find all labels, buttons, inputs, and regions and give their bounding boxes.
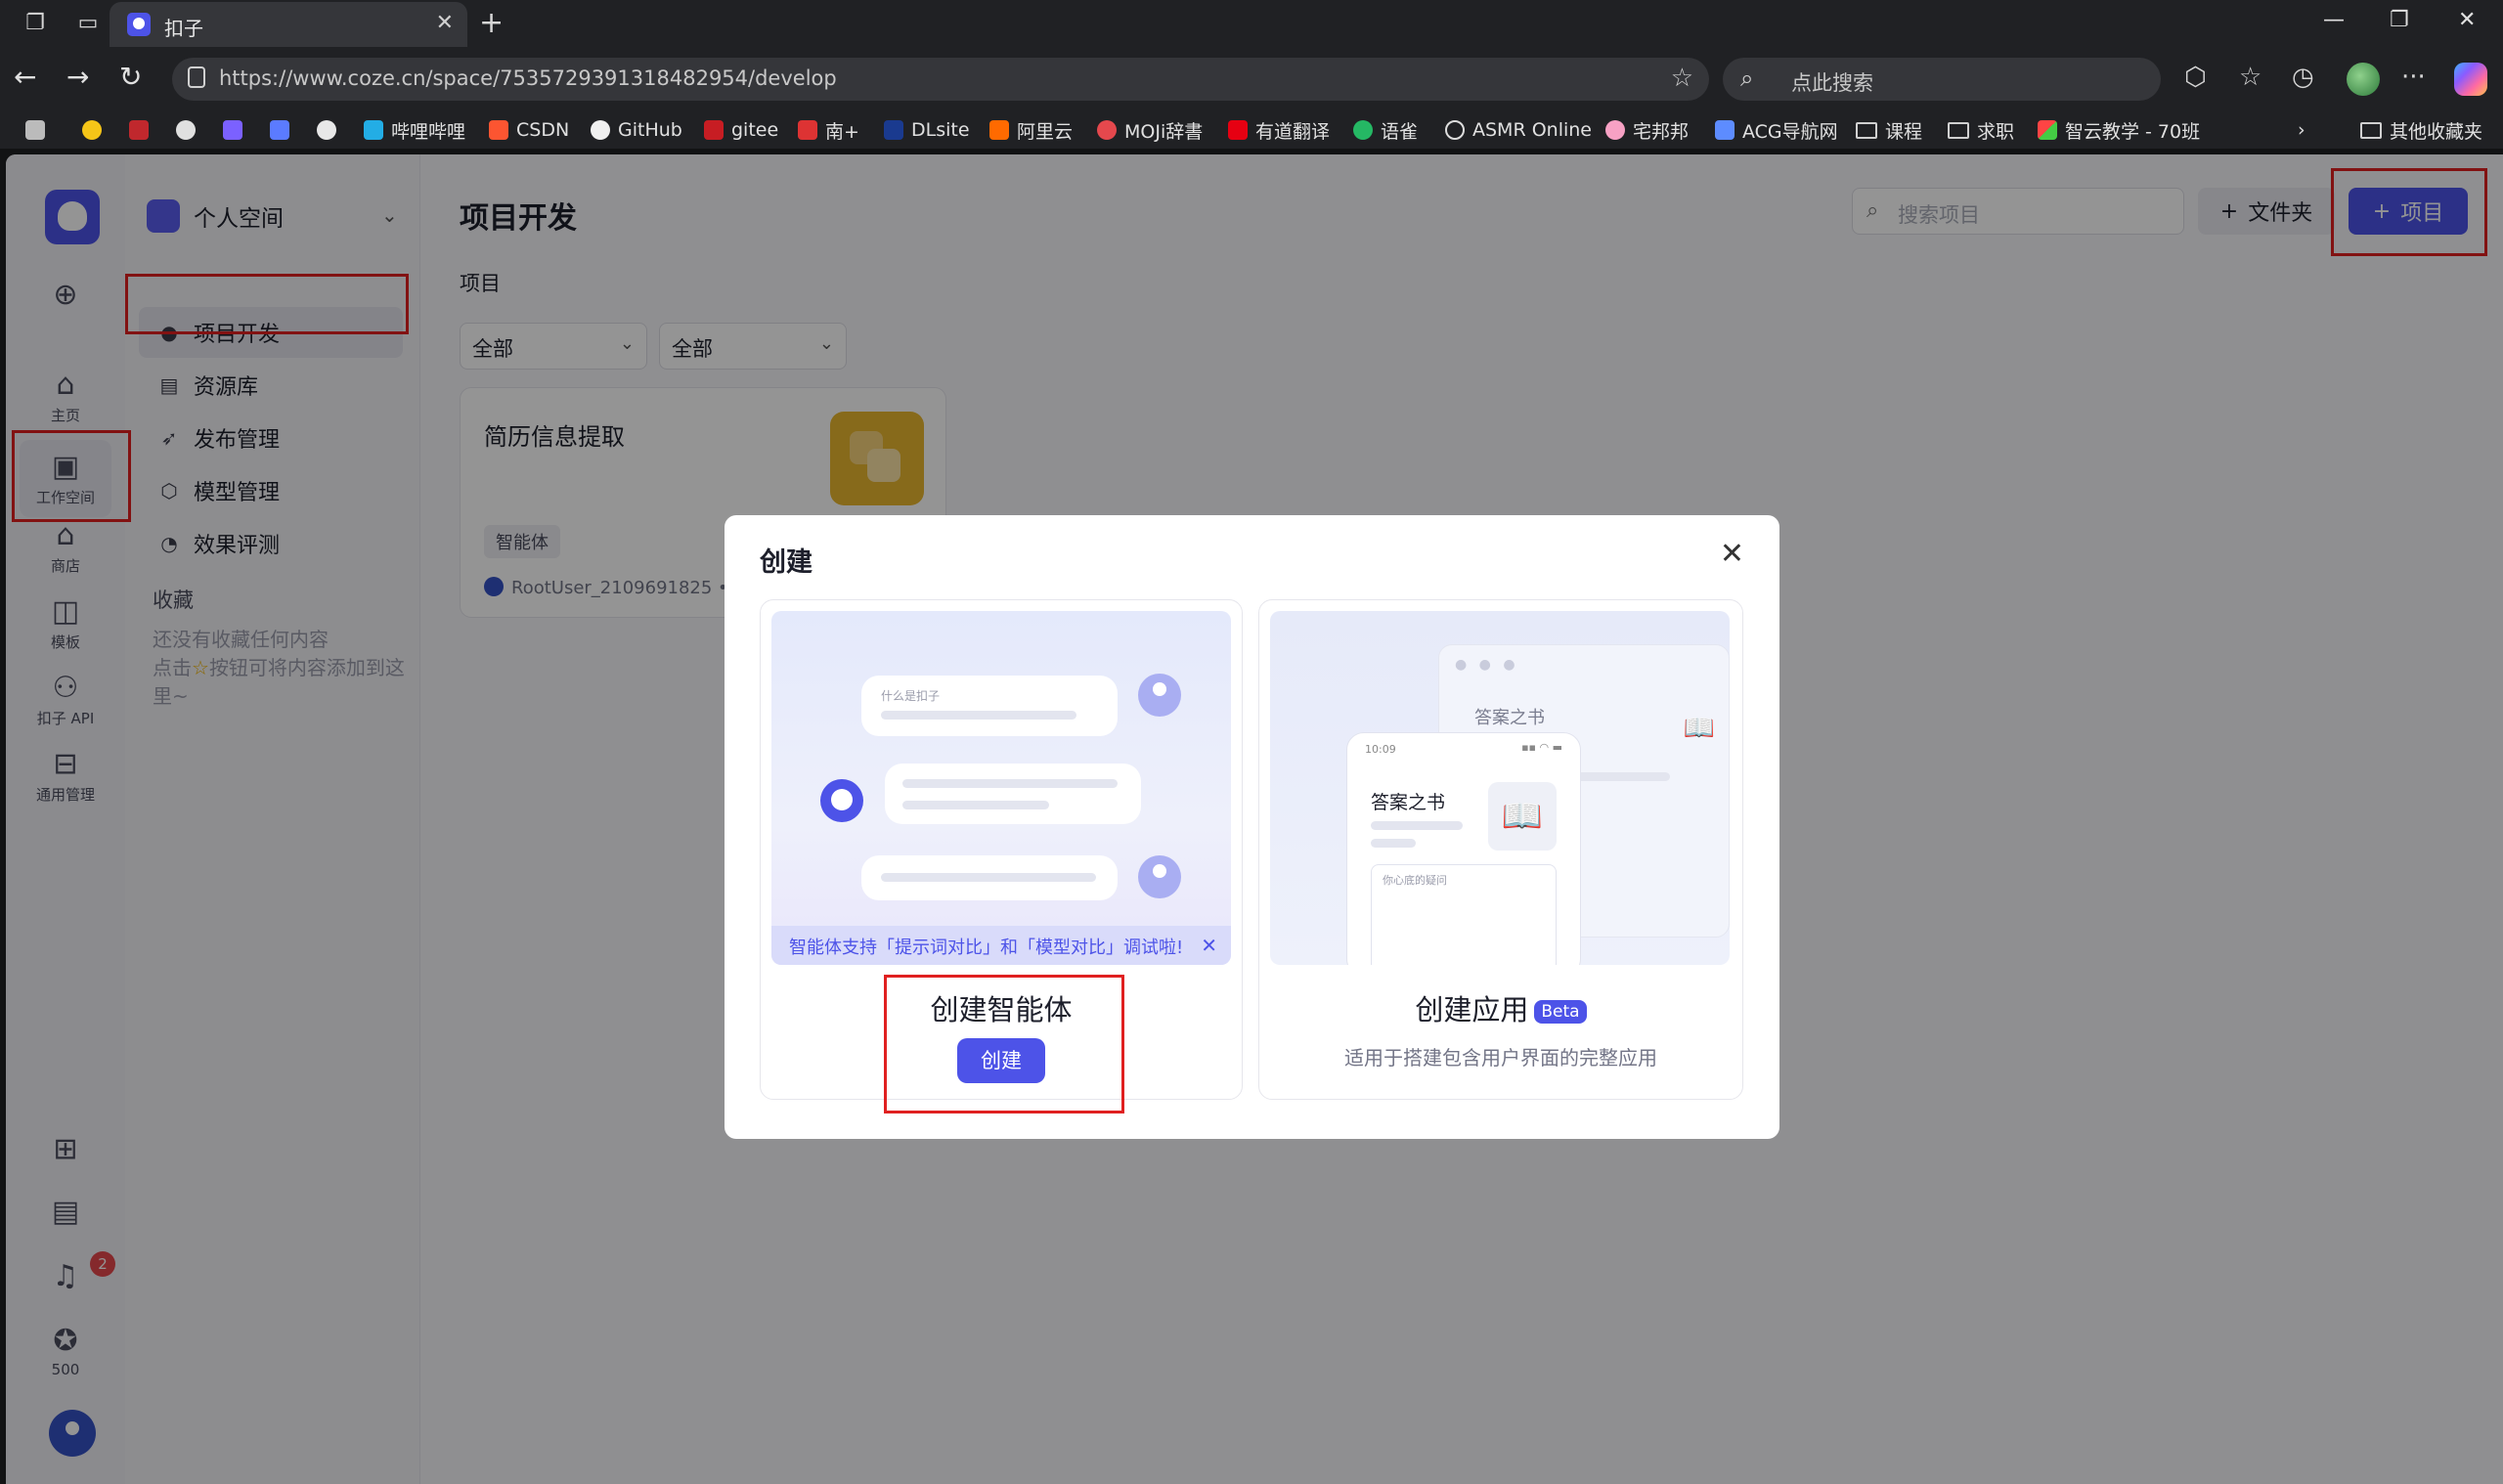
bookmark-csdn[interactable]: CSDN [489,111,569,149]
browser-tab[interactable]: 扣子 ✕ [110,2,467,47]
browser-search-box[interactable]: ⌕ 点此搜索 [1723,58,2161,101]
app-option-title: 创建应用 Beta [1259,987,1742,1028]
profile-avatar[interactable] [2347,63,2380,96]
close-icon[interactable]: ✕ [1720,537,1744,571]
create-modal: 创建 ✕ 什么是扣子 智能体支持「提示词对比」和「模型对比」调试啦! ✕ 创建智… [725,515,1779,1139]
other-bookmarks[interactable]: 其他收藏夹 [2360,111,2482,149]
bookmark-icon-1[interactable] [25,111,45,149]
new-tab-icon[interactable]: + [479,6,504,40]
bookmark-zhiyun[interactable]: 智云教学 - 70班 [2038,111,2200,149]
bookmark-youdao[interactable]: 有道翻译 [1228,111,1330,149]
modal-title: 创建 [760,547,812,578]
bookmark-gitee[interactable]: gitee [704,111,778,149]
copilot-icon[interactable] [2454,63,2487,96]
folder-icon [1856,121,1877,139]
tab-title: 扣子 [164,17,203,40]
book-icon: 📖 [1488,782,1557,851]
bookmark-bilibili[interactable]: 哔哩哔哩 [364,111,465,149]
address-bar[interactable]: https://www.coze.cn/space/75357293913184… [172,58,1709,101]
beta-badge: Beta [1534,1000,1587,1024]
browser-search-placeholder: 点此搜索 [1791,71,1873,95]
lock-icon[interactable] [188,66,205,88]
user-avatar-icon [1138,674,1181,717]
favorites-icon[interactable]: ☆ [2239,63,2261,92]
more-menu-icon[interactable]: ··· [2401,63,2426,92]
bookmark-yuque[interactable]: 语雀 [1353,111,1418,149]
bookmark-folder-jobs[interactable]: 求职 [1948,111,2014,149]
search-icon: ⌕ [1740,65,1754,92]
create-app-option[interactable]: ● ● ● 答案之书 📖 10:09 ▪▪ ◠ ▬ 答案之书 📖 你心底的疑问 … [1258,599,1743,1100]
history-icon[interactable]: ◷ [2292,63,2314,92]
folder-icon [2360,121,2382,139]
bookmark-icon-3[interactable] [129,111,149,149]
bot-avatar-icon [820,779,863,822]
close-window-icon[interactable]: ✕ [2458,8,2476,32]
url-text[interactable]: https://www.coze.cn/space/75357293913184… [219,66,837,90]
tip-close-icon[interactable]: ✕ [1201,934,1217,957]
bookmark-zhaibangbang[interactable]: 宅邦邦 [1605,111,1689,149]
forward-icon[interactable]: → [66,61,89,93]
bookmarks-overflow-icon[interactable]: › [2298,111,2305,149]
user-avatar-icon [1138,855,1181,898]
extensions-icon[interactable]: ⬡ [2184,63,2207,92]
bookmark-acg[interactable]: ACG导航网 [1715,111,1838,149]
bookmark-moji[interactable]: MOJi辞書 [1097,111,1203,149]
back-icon[interactable]: ← [14,61,36,93]
minimize-icon[interactable]: — [2323,8,2345,32]
bookmark-icon-6[interactable] [270,111,289,149]
tip-bar: 智能体支持「提示词对比」和「模型对比」调试啦! ✕ [771,926,1231,965]
bookmark-asmr[interactable]: ASMR Online [1445,111,1592,149]
folder-icon [1948,121,1969,139]
bookmark-southplus[interactable]: 南+ [798,111,859,149]
preview-phone: 10:09 ▪▪ ◠ ▬ 答案之书 📖 你心底的疑问 [1346,732,1581,965]
tab-close-icon[interactable]: ✕ [436,11,454,35]
app-option-subtitle: 适用于搭建包含用户界面的完整应用 [1344,1046,1657,1069]
reload-icon[interactable]: ↻ [119,61,142,93]
agent-preview-image: 什么是扣子 智能体支持「提示词对比」和「模型对比」调试啦! ✕ [771,611,1231,965]
highlight-create-agent [884,975,1124,1113]
bookmark-dlsite[interactable]: DLsite [884,111,970,149]
favorite-star-icon[interactable]: ☆ [1671,64,1693,93]
bookmark-aliyun[interactable]: 阿里云 [989,111,1073,149]
coze-favicon-icon [127,13,151,36]
bookmark-folder-courses[interactable]: 课程 [1856,111,1922,149]
bookmarks-bar: 哔哩哔哩 CSDN GitHub gitee 南+ DLsite 阿里云 MOJ… [0,111,2503,149]
bookmark-icon-4[interactable] [176,111,196,149]
workspaces-icon[interactable]: ❐ [22,10,49,37]
tab-actions-icon[interactable]: ▭ [74,10,102,37]
bookmark-icon-7[interactable] [317,111,336,149]
bookmark-icon-5[interactable] [223,111,242,149]
restore-icon[interactable]: ❐ [2390,8,2409,32]
browser-tab-bar: ❐ ▭ 扣子 ✕ + — ❐ ✕ [0,0,2503,47]
bookmark-icon-2[interactable] [82,111,102,149]
bookmark-github[interactable]: GitHub [591,111,682,149]
book-icon: 📖 [1683,714,1715,743]
app-preview-image: ● ● ● 答案之书 📖 10:09 ▪▪ ◠ ▬ 答案之书 📖 你心底的疑问 [1270,611,1730,965]
